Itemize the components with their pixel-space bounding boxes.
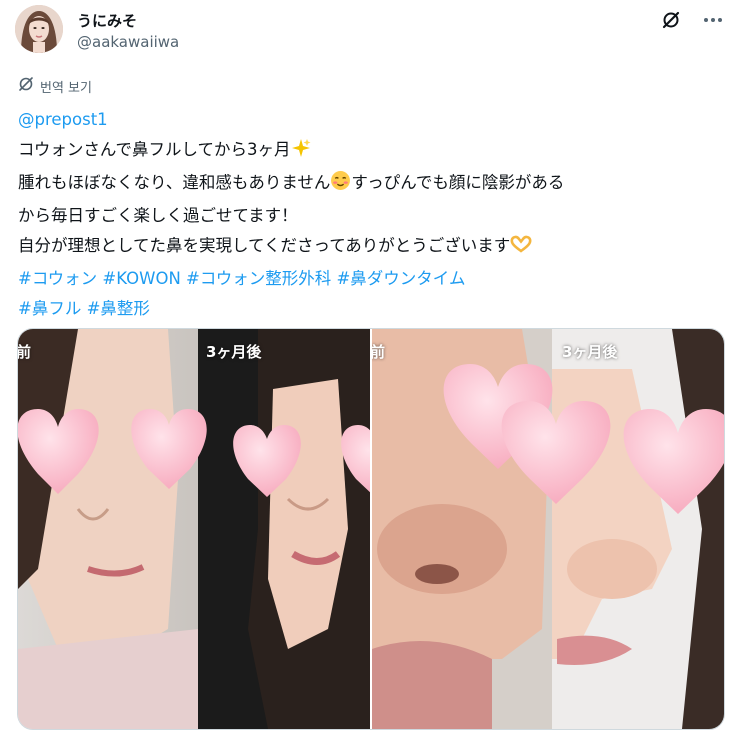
smiling-blush-emoji-icon xyxy=(330,170,351,201)
tweet-line-4: 自分が理想としてた鼻を実現してくださってありがとうございます xyxy=(18,236,511,255)
photo-label-after: 3ヶ月後 xyxy=(206,343,262,361)
tweet-text: @prepost1 コウォンさんで鼻フルしてから3ヶ月 腫れもほぼなくなり、違和… xyxy=(18,105,730,324)
hashtag-link[interactable]: #コウォン xyxy=(18,269,97,288)
media-photo-1[interactable]: 前 3ヶ月後 xyxy=(18,329,372,729)
heart-hands-emoji-icon xyxy=(510,234,532,264)
hashtag-link[interactable]: #KOWON xyxy=(102,269,180,288)
hashtag-link[interactable]: #コウォン整形外科 xyxy=(186,269,331,288)
tweet-media: 前 3ヶ月後 前 3ヶ月後 xyxy=(17,328,725,730)
media-photo-2[interactable]: 前 3ヶ月後 xyxy=(372,329,724,729)
tweet-line-1: コウォンさんで鼻フルしてから3ヶ月 xyxy=(18,140,291,159)
user-handle[interactable]: @aakawaiiwa xyxy=(77,33,179,51)
header-actions xyxy=(659,8,725,32)
hashtag-link[interactable]: #鼻ダウンタイム xyxy=(336,269,465,288)
photo-label-before: 前 xyxy=(18,341,31,362)
avatar[interactable] xyxy=(15,5,63,53)
mention-link[interactable]: @prepost1 xyxy=(18,110,108,129)
translate-icon xyxy=(18,76,34,96)
display-name[interactable]: うにみそ xyxy=(77,10,137,31)
tweet-header: うにみそ @aakawaiiwa xyxy=(0,0,739,70)
photo-label-before: 前 xyxy=(372,341,385,362)
translate-link[interactable]: 번역 보기 xyxy=(18,76,92,96)
translate-label: 번역 보기 xyxy=(40,80,92,96)
tweet-line-2a: 腫れもほぼなくなり、違和感もありません xyxy=(18,173,331,192)
more-icon[interactable] xyxy=(701,8,725,32)
hashtag-link[interactable]: #鼻フル xyxy=(18,299,81,318)
photo-label-after: 3ヶ月後 xyxy=(562,343,618,361)
tweet-line-3: から毎日すごく楽しく過ごせてます！ xyxy=(18,206,298,225)
tweet-line-2b: すっぴんでも顔に陰影がある xyxy=(351,173,565,192)
sparkles-emoji-icon xyxy=(291,138,311,168)
hashtag-link[interactable]: #鼻整形 xyxy=(87,299,150,318)
grok-icon[interactable] xyxy=(659,8,683,32)
